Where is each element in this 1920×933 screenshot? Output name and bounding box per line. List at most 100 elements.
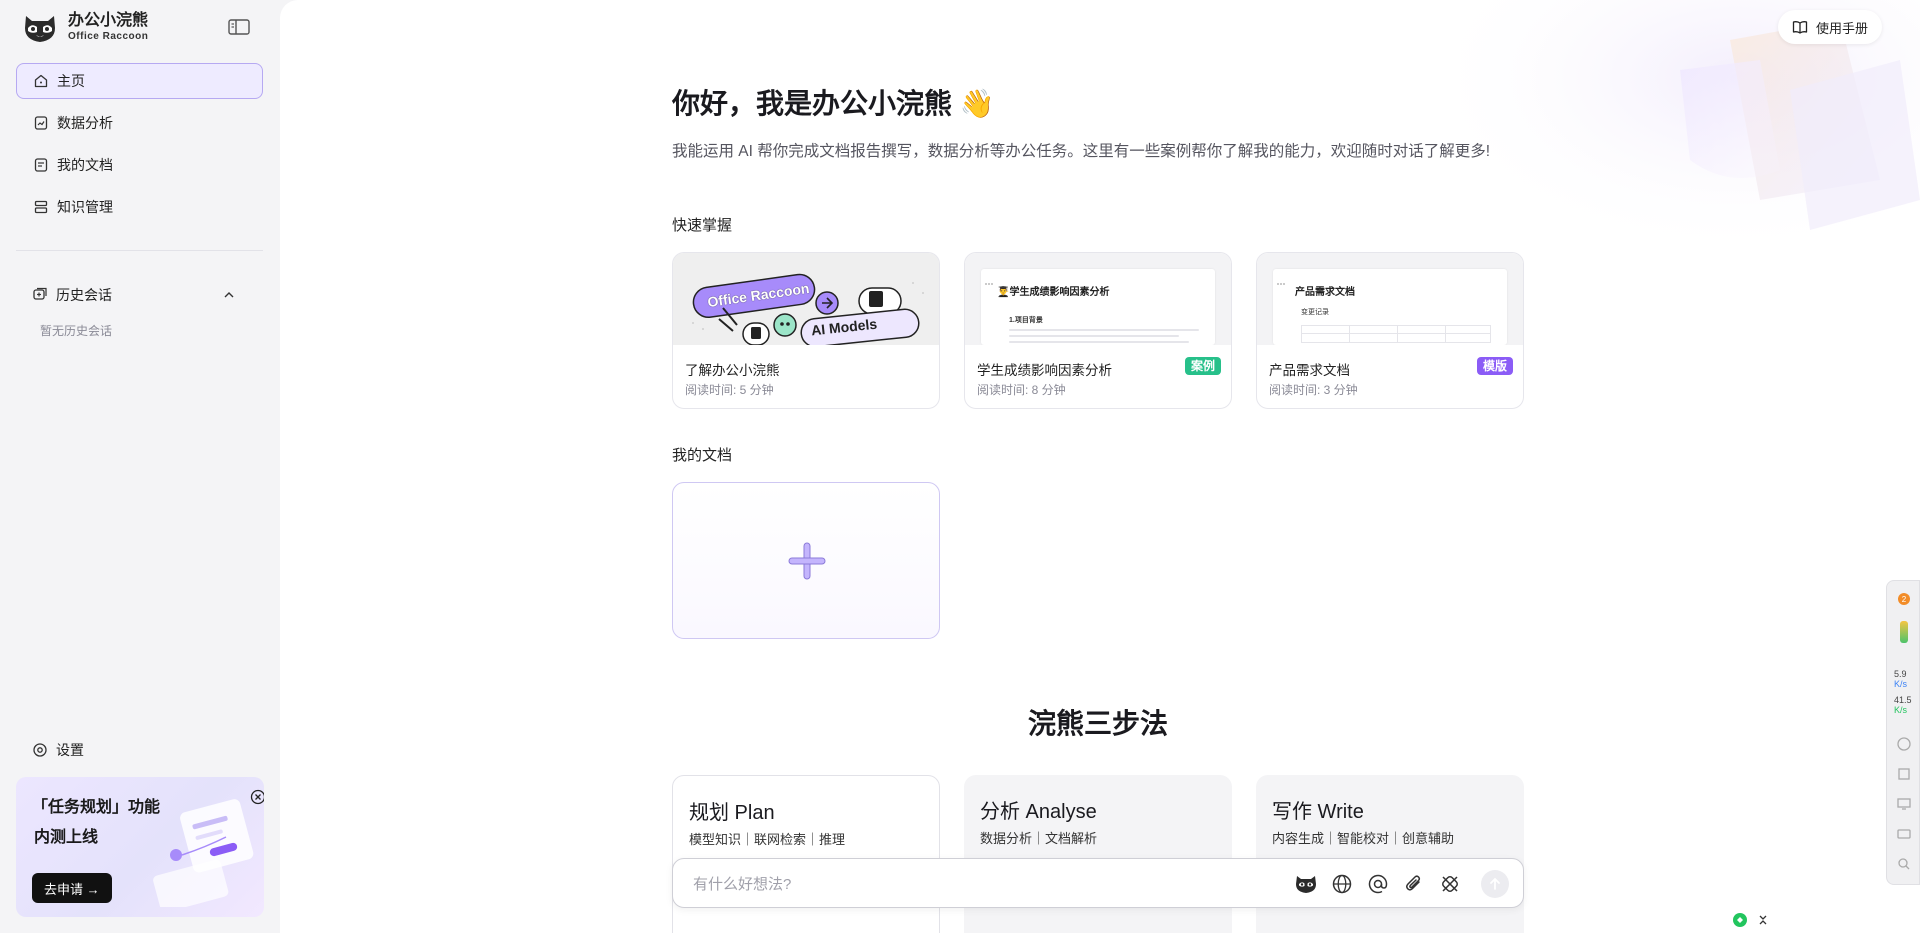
nav-item-data-analysis[interactable]: 数据分析: [16, 105, 263, 141]
nav-item-label: 数据分析: [57, 115, 113, 131]
steps-heading: 浣熊三步法: [1027, 708, 1168, 739]
card-title: 了解办公小浣熊: [685, 363, 780, 378]
card-prd-template[interactable]: 产品需求文档 变更记录 产品需求文档 模版 阅读时间: 3 分钟: [1256, 252, 1524, 409]
step-title: 写作 Write: [1272, 801, 1364, 823]
nav-item-knowledge[interactable]: 知识管理: [16, 189, 263, 225]
plugins-icon[interactable]: [1438, 872, 1462, 896]
paperclip-icon[interactable]: [1402, 872, 1426, 896]
doc-preview-section: 变更记录: [1301, 309, 1329, 316]
sidebar: 办公小浣熊 Office Raccoon 主页 数据分析 我的文档 知识管理 历…: [0, 0, 280, 933]
upload-speed: 5.9: [1894, 669, 1907, 679]
globe-icon[interactable]: [1330, 872, 1354, 896]
main-panel: 使用手册 你好，我是办公小浣熊 👋 我能运用 AI 帮你完成文档报告撰写，数据分…: [280, 0, 1920, 933]
close-icon[interactable]: [250, 789, 264, 805]
app-root: 办公小浣熊 Office Raccoon 主页 数据分析 我的文档 知识管理 历…: [0, 0, 1920, 933]
sidebar-toggle-icon[interactable]: [228, 18, 250, 36]
doc-line: [1009, 335, 1179, 337]
brand[interactable]: 办公小浣熊 Office Raccoon: [22, 12, 148, 44]
notification-icon: 2: [1898, 593, 1910, 605]
window-dots: [985, 272, 999, 285]
nav-item-label: 我的文档: [57, 157, 113, 173]
promo-subtitle: 内测上线: [34, 829, 99, 846]
nav-item-my-docs[interactable]: 我的文档: [16, 147, 263, 183]
main-nav: 主页 数据分析 我的文档 知识管理: [16, 63, 263, 231]
case-badge: 案例: [1184, 357, 1221, 375]
at-mention-icon[interactable]: [1366, 872, 1390, 896]
nav-item-label: 知识管理: [57, 199, 113, 215]
nav-item-home[interactable]: 主页: [16, 63, 263, 99]
chat-history-icon: [33, 287, 47, 300]
step-title: 分析 Analyse: [980, 801, 1097, 823]
card-read-time: 阅读时间: 3 分钟: [1269, 383, 1358, 397]
manual-label: 使用手册: [1815, 20, 1868, 36]
quick-start-cards: Office Raccoon AI Models 了解办公小浣熊 阅读时间: 5…: [672, 252, 1548, 409]
chevron-up-icon: [224, 292, 234, 298]
user-manual-button[interactable]: 使用手册: [1777, 10, 1882, 44]
svg-text:2: 2: [1902, 595, 1907, 604]
floating-assistant-icon[interactable]: [1730, 910, 1770, 930]
settings-button[interactable]: 设置: [32, 740, 84, 760]
new-document-card[interactable]: [672, 482, 940, 639]
raccoon-logo-icon: [25, 16, 55, 42]
step-title: 规划 Plan: [689, 802, 775, 824]
nav-item-label: 主页: [57, 73, 85, 89]
card-about-raccoon[interactable]: Office Raccoon AI Models 了解办公小浣熊 阅读时间: 5…: [672, 252, 940, 409]
brand-subtitle: Office Raccoon: [68, 31, 149, 42]
settings-label: 设置: [56, 742, 84, 758]
book-icon: [1792, 21, 1808, 34]
home-icon: [34, 74, 48, 88]
card-thumbnail: 👨‍🎓学生成绩影响因素分析 1.项目背景: [965, 253, 1231, 345]
knowledge-icon: [34, 200, 48, 214]
step-subtitle: 模型知识｜联网检索｜推理: [689, 832, 846, 847]
card-student-analysis[interactable]: 👨‍🎓学生成绩影响因素分析 1.项目背景 学生成绩影响因素分析 案例 阅读时间:…: [964, 252, 1232, 409]
doc-preview-title: 产品需求文档: [1295, 287, 1355, 298]
card-read-time: 阅读时间: 8 分钟: [977, 383, 1066, 397]
settings-icon: [33, 743, 47, 757]
screenshot-icon: [1898, 768, 1910, 780]
promo-illustration: [153, 799, 254, 907]
step-subtitle: 数据分析｜文档解析: [980, 831, 1098, 846]
intro-text: 我能运用 AI 帮你完成文档报告撰写，数据分析等办公任务。这里有一些案例帮你了解…: [672, 143, 1491, 160]
chat-composer: [672, 858, 1524, 908]
doc-preview-section: 1.项目背景: [1009, 317, 1043, 324]
step-write[interactable]: 写作 Write 内容生成｜智能校对｜创意辅助: [1256, 775, 1524, 933]
window-dots: [1277, 272, 1291, 285]
monitor-icon: [1897, 798, 1911, 810]
promo-title: 「任务规划」功能: [32, 799, 161, 816]
greeting-heading: 你好，我是办公小浣熊 👋: [672, 88, 995, 119]
arrow-up-icon: [1490, 877, 1500, 890]
doc-table-preview: [1301, 325, 1491, 343]
step-plan[interactable]: 规划 Plan 模型知识｜联网检索｜推理: [672, 775, 940, 933]
history-section-toggle[interactable]: 历史会话: [16, 277, 263, 313]
template-badge: 模版: [1476, 357, 1513, 375]
promo-banner: 「任务规划」功能 内测上线 去申请 →: [16, 777, 264, 917]
document-icon: [34, 158, 48, 172]
chat-input[interactable]: [693, 874, 1253, 894]
plus-icon: [788, 542, 826, 580]
step-analyse[interactable]: 分析 Analyse 数据分析｜文档解析: [964, 775, 1232, 933]
card-read-time: 阅读时间: 5 分钟: [685, 383, 774, 397]
card-title: 学生成绩影响因素分析: [977, 363, 1112, 378]
doc-line: [1009, 329, 1199, 331]
promo-apply-button[interactable]: 去申请 →: [32, 873, 112, 903]
history-empty-text: 暂无历史会话: [40, 324, 113, 338]
doc-preview: 👨‍🎓学生成绩影响因素分析 1.项目背景: [981, 269, 1215, 345]
raccoon-agent-icon[interactable]: [1294, 872, 1318, 896]
video-icon: [1897, 829, 1911, 839]
send-button[interactable]: [1481, 870, 1509, 898]
card-thumbnail: 产品需求文档 变更记录: [1257, 253, 1523, 345]
download-unit: K/s: [1894, 705, 1908, 715]
doc-preview-title: 👨‍🎓学生成绩影响因素分析: [997, 287, 1110, 298]
system-monitor-widget[interactable]: 2 5.9 K/s 41.5 K/s: [1886, 580, 1920, 885]
sidebar-divider: [16, 250, 263, 251]
quick-start-label: 快速掌握: [672, 217, 733, 234]
card-thumbnail: Office Raccoon AI Models: [673, 253, 939, 345]
steps-cards: 规划 Plan 模型知识｜联网检索｜推理 分析 Analyse 数据分析｜文档解…: [672, 775, 1548, 933]
card-title: 产品需求文档: [1269, 363, 1350, 378]
feather-icon: [1897, 737, 1911, 751]
download-speed: 41.5: [1894, 695, 1912, 705]
chart-file-icon: [34, 116, 48, 130]
upload-unit: K/s: [1894, 679, 1908, 689]
step-subtitle: 内容生成｜智能校对｜创意辅助: [1272, 831, 1455, 846]
search-icon: [1898, 858, 1910, 870]
